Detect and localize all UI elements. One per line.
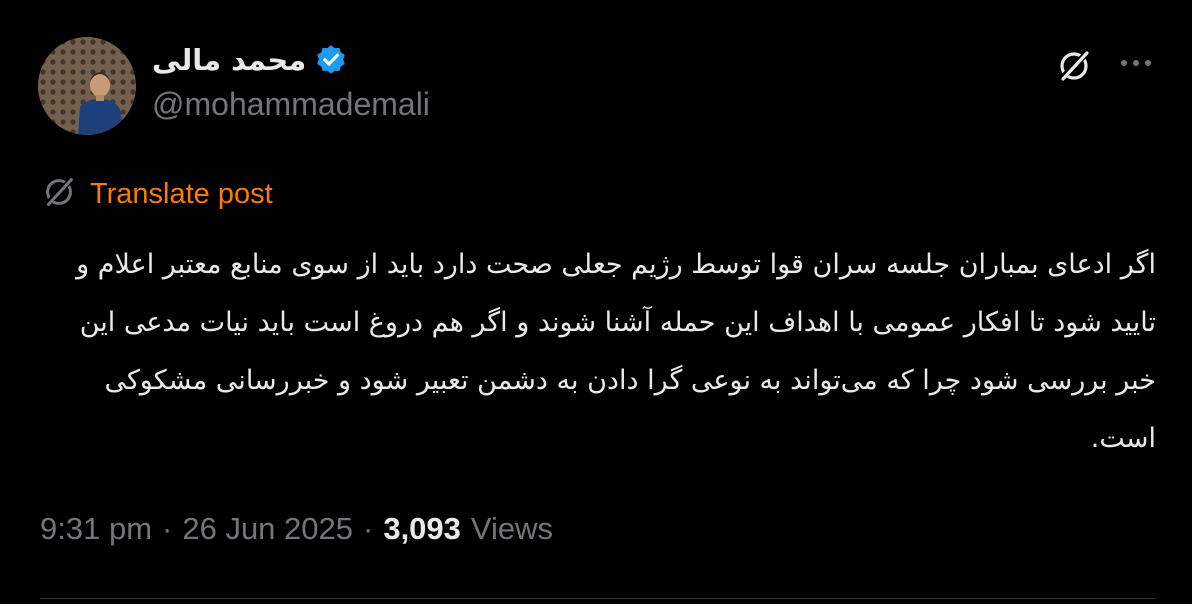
more-options-icon[interactable] [1116, 48, 1156, 78]
translate-post-label: Translate post [90, 177, 273, 210]
meta-separator: · [363, 511, 374, 546]
post-text: اگر ادعای بمباران جلسه سران قوا توسط رژی… [76, 249, 1156, 454]
translate-post-button[interactable]: Translate post [40, 174, 273, 214]
divider [40, 598, 1156, 599]
meta-separator: · [162, 511, 173, 546]
post-time[interactable]: 9:31 pm [40, 511, 152, 547]
tweet-card: محمد مالی @mohammademali Translate post … [0, 0, 1192, 604]
avatar[interactable] [38, 37, 136, 135]
post-meta: 9:31 pm · 26 Jun 2025 · 3,093 Views [40, 508, 553, 550]
views-count[interactable]: 3,093 [383, 511, 461, 547]
author-handle[interactable]: @mohammademali [152, 86, 430, 123]
post-date[interactable]: 26 Jun 2025 [182, 511, 353, 547]
verified-badge-icon[interactable] [314, 43, 348, 77]
author-display-name[interactable]: محمد مالی [152, 43, 306, 77]
author-name-row: محمد مالی [152, 40, 348, 80]
grok-icon[interactable] [1052, 44, 1096, 88]
grok-translate-icon [40, 173, 78, 216]
views-label: Views [470, 511, 554, 546]
